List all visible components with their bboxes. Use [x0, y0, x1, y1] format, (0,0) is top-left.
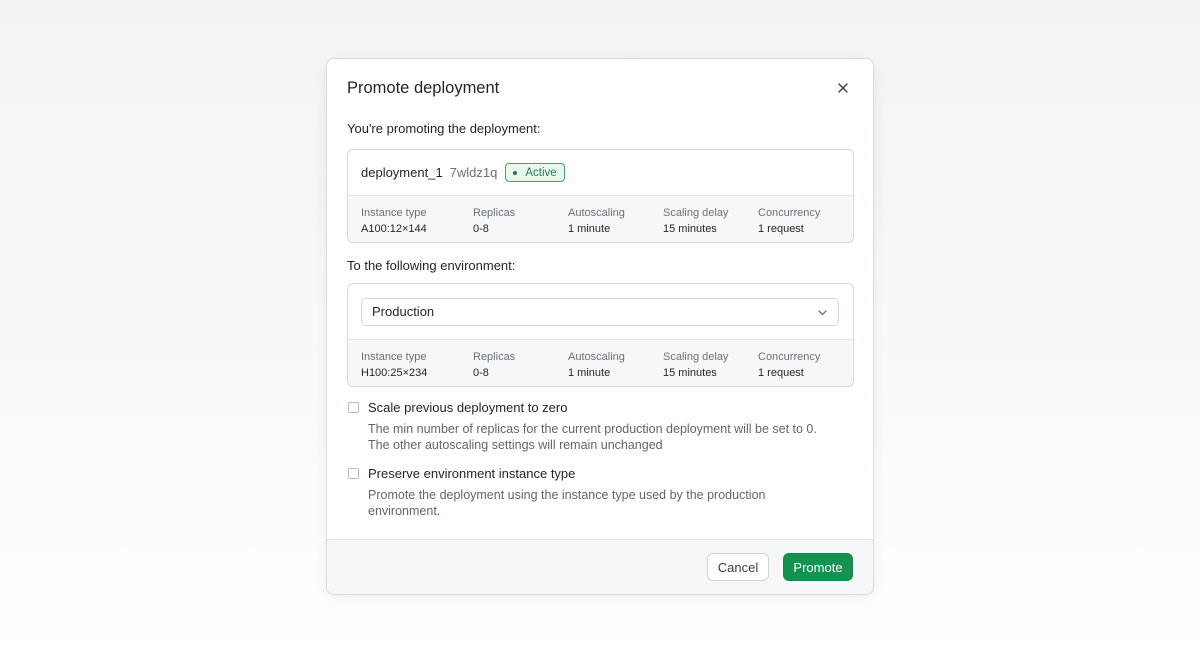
spec-label: Replicas: [473, 207, 516, 219]
spec-value: 1 request: [758, 223, 804, 235]
spec-value: 0-8: [473, 367, 489, 379]
scale-to-zero-checkbox[interactable]: [348, 402, 359, 413]
spec-concurrency: Concurrency 1 request: [758, 350, 820, 380]
spec-scaling-delay: Scaling delay 15 minutes: [663, 350, 728, 380]
status-dot-icon: [513, 170, 518, 175]
spec-value: 15 minutes: [663, 223, 717, 235]
scale-to-zero-option: Scale previous deployment to zero The mi…: [347, 400, 847, 453]
spec-replicas: Replicas 0-8: [473, 350, 515, 380]
source-deployment-card: deployment_1 7wldz1q Active Instance typ…: [347, 149, 854, 243]
target-specs: Instance type H100:25×234 Replicas 0-8 A…: [348, 340, 853, 386]
environment-select[interactable]: Production: [361, 297, 839, 326]
spec-label: Scaling delay: [663, 351, 729, 363]
spec-autoscaling: Autoscaling 1 minute: [568, 350, 625, 380]
spec-value: H100:25×234: [361, 367, 428, 379]
spec-concurrency: Concurrency 1 request: [758, 206, 820, 236]
spec-value: 15 minutes: [663, 367, 717, 379]
target-label: To the following environment:: [347, 258, 516, 273]
spec-value: 1 minute: [568, 367, 611, 379]
dialog-header: Promote deployment: [347, 77, 853, 99]
option-title: Preserve environment instance type: [368, 466, 576, 481]
spec-label: Instance type: [361, 351, 427, 363]
spec-scaling-delay: Scaling delay 15 minutes: [663, 206, 728, 236]
target-environment-card: Production Instance type H100:25×234 Rep…: [347, 283, 854, 387]
environment-select-value: Production: [372, 304, 435, 319]
spec-instance-type: Instance type A100:12×144: [361, 206, 427, 236]
option-description-line: The min number of replicas for the curre…: [368, 422, 817, 436]
spec-instance-type: Instance type H100:25×234: [361, 350, 427, 380]
spec-label: Concurrency: [758, 351, 821, 363]
spec-label: Autoscaling: [568, 351, 625, 363]
spec-label: Scaling delay: [663, 207, 729, 219]
preserve-instance-type-option: Preserve environment instance type Promo…: [347, 466, 847, 519]
spec-value: 1 minute: [568, 223, 611, 235]
option-description: Promote the deployment using the instanc…: [368, 487, 847, 519]
option-description-line: The other autoscaling settings will rema…: [368, 438, 663, 452]
status-badge-label: Active: [525, 166, 557, 179]
source-specs: Instance type A100:12×144 Replicas 0-8 A…: [348, 196, 853, 242]
dialog-title: Promote deployment: [347, 79, 500, 97]
deployment-id: 7wldz1q: [449, 165, 498, 180]
dialog-footer: Cancel Promote: [327, 539, 873, 594]
promote-deployment-dialog: Promote deployment You're promoting the …: [326, 58, 874, 595]
spec-label: Replicas: [473, 351, 516, 363]
preserve-instance-type-checkbox[interactable]: [348, 468, 359, 479]
option-title: Scale previous deployment to zero: [368, 400, 568, 415]
spec-autoscaling: Autoscaling 1 minute: [568, 206, 625, 236]
spec-value: 0-8: [473, 223, 489, 235]
promote-button[interactable]: Promote: [783, 553, 853, 581]
spec-label: Autoscaling: [568, 207, 625, 219]
option-description-line: Promote the deployment using the instanc…: [368, 488, 766, 502]
source-deployment-header: deployment_1 7wldz1q Active: [348, 150, 853, 196]
option-description: The min number of replicas for the curre…: [368, 421, 847, 453]
option-description-line: environment.: [368, 504, 441, 518]
cancel-button[interactable]: Cancel: [707, 553, 769, 581]
close-button[interactable]: [833, 78, 853, 98]
spec-replicas: Replicas 0-8: [473, 206, 515, 236]
deployment-name: deployment_1: [361, 165, 443, 180]
spec-value: A100:12×144: [361, 223, 427, 235]
spec-label: Instance type: [361, 207, 427, 219]
spec-value: 1 request: [758, 367, 804, 379]
environment-select-row: Production: [348, 284, 853, 340]
close-icon: [838, 83, 848, 93]
spec-label: Concurrency: [758, 207, 821, 219]
status-badge: Active: [505, 163, 565, 182]
chevron-down-icon: [818, 309, 827, 315]
source-label: You're promoting the deployment:: [347, 121, 541, 136]
